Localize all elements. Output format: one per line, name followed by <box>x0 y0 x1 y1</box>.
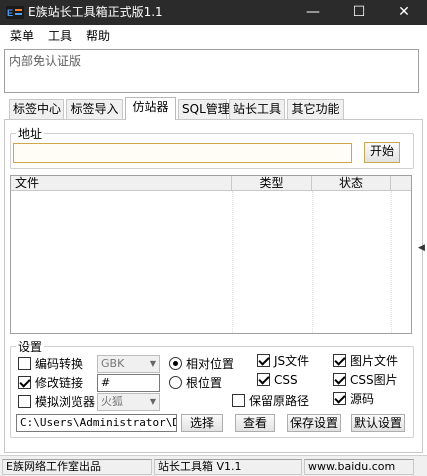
tab-site-cloner[interactable]: 仿站器 <box>125 97 176 120</box>
css-label: CSS <box>274 373 298 387</box>
tab-strip: 标签中心 标签导入 仿站器 SQL管理 站长工具 其它功能 <box>0 97 427 120</box>
encode-convert-checkbox[interactable] <box>18 357 31 370</box>
tab-sql-manager[interactable]: SQL管理 <box>178 99 230 119</box>
chevron-down-icon: ▼ <box>149 359 156 368</box>
tab-tag-center[interactable]: 标签中心 <box>9 99 64 119</box>
chevron-left-icon[interactable]: ◀ <box>418 243 426 253</box>
minimize-button[interactable]: — <box>290 0 336 25</box>
status-version: 站长工具箱 V1.1 <box>154 459 302 475</box>
save-settings-button[interactable]: 保存设置 <box>287 414 341 432</box>
css-images-checkbox[interactable] <box>333 373 346 386</box>
image-files-label: 图片文件 <box>350 354 399 368</box>
relative-position-radio[interactable] <box>169 357 182 370</box>
chevron-down-icon: ▼ <box>149 397 156 406</box>
column-divider <box>391 191 392 333</box>
status-bar: E族网络工作室出品 站长工具箱 V1.1 www.baidu.com <box>0 455 427 476</box>
source-label: 源码 <box>350 392 375 406</box>
encoding-select-value: GBK <box>101 357 125 370</box>
column-file[interactable]: 文件 <box>11 176 232 191</box>
window-title: E族站长工具箱正式版1.1 <box>28 5 163 19</box>
save-path-input[interactable]: C:\Users\Administrator\Desktop <box>16 414 177 432</box>
simulate-browser-label: 模拟浏览器 <box>35 395 96 409</box>
view-button[interactable]: 查看 <box>235 414 275 432</box>
settings-group-label: 设置 <box>16 340 45 354</box>
select-button[interactable]: 选择 <box>181 414 223 432</box>
modify-link-checkbox[interactable] <box>18 376 31 389</box>
notice-textbox[interactable]: 内部免认证版 <box>4 49 419 93</box>
menu-tools[interactable]: 工具 <box>48 28 72 44</box>
tab-other-functions[interactable]: 其它功能 <box>287 99 344 119</box>
modify-link-label: 修改链接 <box>35 376 84 390</box>
list-header: 文件 类型 状态 <box>11 176 411 191</box>
status-site: www.baidu.com <box>304 459 414 475</box>
encoding-select[interactable]: GBK ▼ <box>97 355 160 373</box>
relative-position-label: 相对位置 <box>186 357 235 371</box>
menu-main[interactable]: 菜单 <box>10 28 34 44</box>
root-position-label: 根位置 <box>186 376 223 390</box>
default-settings-button[interactable]: 默认设置 <box>351 414 405 432</box>
browser-select[interactable]: 火狐 ▼ <box>97 393 160 411</box>
address-input[interactable] <box>13 143 352 163</box>
status-company: E族网络工作室出品 <box>2 459 152 475</box>
keep-path-checkbox[interactable] <box>232 394 245 407</box>
tab-webmaster-tools[interactable]: 站长工具 <box>229 99 285 119</box>
svg-text:E: E <box>7 8 13 18</box>
keep-path-label: 保留原路径 <box>249 394 310 408</box>
column-divider <box>232 191 233 333</box>
menu-help[interactable]: 帮助 <box>86 28 110 44</box>
column-divider <box>312 191 313 333</box>
image-files-checkbox[interactable] <box>333 354 346 367</box>
column-type[interactable]: 类型 <box>232 176 312 191</box>
simulate-browser-checkbox[interactable] <box>18 395 31 408</box>
start-button[interactable]: 开始 <box>364 142 400 163</box>
css-checkbox[interactable] <box>257 373 270 386</box>
browser-select-value: 火狐 <box>101 395 123 408</box>
js-files-checkbox[interactable] <box>257 354 270 367</box>
column-status[interactable]: 状态 <box>312 176 391 191</box>
close-button[interactable]: ✕ <box>381 0 427 25</box>
encode-convert-label: 编码转换 <box>35 357 84 371</box>
file-list[interactable]: 文件 类型 状态 <box>10 175 412 334</box>
menu-bar: 菜单 工具 帮助 <box>0 25 427 47</box>
title-bar[interactable]: E E族站长工具箱正式版1.1 — ☐ ✕ <box>0 0 427 25</box>
tab-tag-import[interactable]: 标签导入 <box>66 99 123 119</box>
maximize-button[interactable]: ☐ <box>336 0 382 25</box>
link-prefix-input[interactable]: # <box>97 374 160 392</box>
source-checkbox[interactable] <box>333 392 346 405</box>
js-files-label: JS文件 <box>274 354 310 368</box>
css-images-label: CSS图片 <box>350 373 398 387</box>
address-group-label: 地址 <box>16 127 45 141</box>
app-logo-icon: E <box>6 6 24 19</box>
root-position-radio[interactable] <box>169 376 182 389</box>
